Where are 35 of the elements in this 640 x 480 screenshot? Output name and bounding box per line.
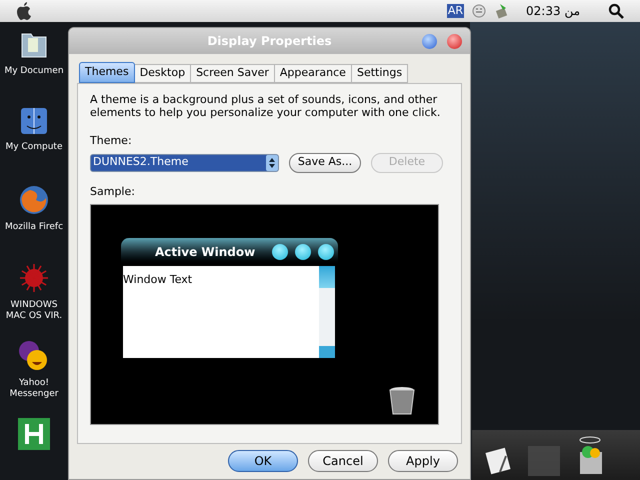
apple-logo-icon[interactable] <box>16 2 32 20</box>
tab[interactable]: Screen Saver <box>191 64 275 83</box>
dialog-button[interactable]: OK <box>228 450 298 472</box>
theme-label: Theme: <box>90 133 133 149</box>
dialog-button[interactable]: Cancel <box>308 450 378 472</box>
tab[interactable]: Appearance <box>274 64 352 83</box>
sample-window-text: Window Text <box>123 273 192 286</box>
clock[interactable]: 02:33 من <box>526 2 580 20</box>
trash-can-icon <box>389 386 415 416</box>
sample-window-title: Active Window <box>155 244 256 261</box>
desktop-icon-label[interactable]: My Documen <box>1 66 67 77</box>
window-title: Display Properties <box>207 33 332 50</box>
theme-dropdown[interactable]: DUNNES2.Theme <box>90 154 279 172</box>
sample-label: Sample: <box>90 184 136 200</box>
globe-fox-icon <box>18 184 50 216</box>
tab[interactable]: Desktop <box>134 64 192 83</box>
dock-slot <box>528 446 560 476</box>
smiley-icon <box>18 340 50 372</box>
computer-face-icon <box>19 106 49 136</box>
stepper-arrows-icon <box>266 154 278 170</box>
close-button[interactable] <box>447 34 462 48</box>
desktop-icon-label[interactable]: My Compute <box>1 142 67 153</box>
input-language-badge[interactable]: AR <box>446 4 464 18</box>
letter-h-icon <box>18 418 50 450</box>
tab[interactable]: Themes <box>79 62 135 83</box>
smiley-icon[interactable] <box>472 4 486 18</box>
desktop-icon-label[interactable]: WINDOWS MAC OS VIR. <box>1 300 67 322</box>
virus-icon <box>18 262 50 294</box>
dialog-button[interactable]: Apply <box>388 450 458 472</box>
description: A theme is a background plus a set of sounds, icons, and other elements to help you personalize your computer with one click. <box>90 93 442 119</box>
desktop-icon-label[interactable]: Mozilla Firefc <box>1 222 67 233</box>
search-icon[interactable] <box>608 3 624 19</box>
tab[interactable]: Settings <box>352 64 408 83</box>
theme-action-button[interactable]: Save As... <box>289 152 361 172</box>
desktop-icon-label[interactable]: Yahoo! Messenger <box>1 378 67 400</box>
